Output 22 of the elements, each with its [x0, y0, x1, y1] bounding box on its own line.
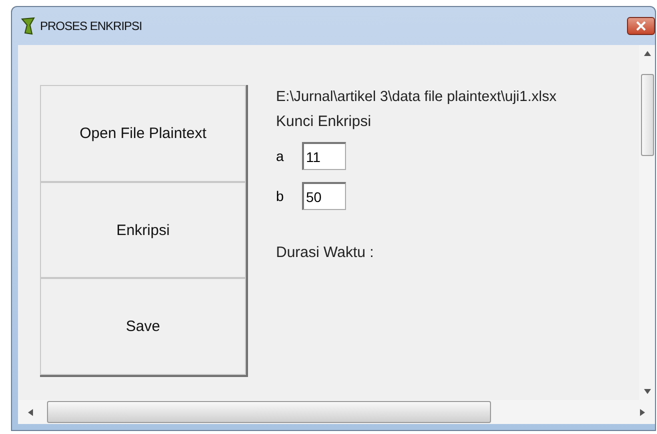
scroll-left-icon — [28, 408, 33, 416]
field-label: b — [276, 188, 284, 204]
input-field[interactable]: 11 — [302, 142, 346, 170]
horizontal-scrollbar[interactable] — [18, 400, 655, 424]
file-path: E:\Jurnal\artikel 3\data file plaintext\uji1.xlsx — [276, 89, 556, 105]
vertical-scrollbar[interactable] — [639, 45, 655, 400]
key-heading: Kunci Enkripsi — [276, 113, 372, 130]
field-label: a — [276, 148, 284, 164]
close-icon — [636, 21, 646, 31]
window-title: PROSES ENKRIPSI — [40, 19, 142, 33]
scroll-up-icon — [644, 51, 650, 56]
action-button[interactable]: Open File Plaintext — [40, 85, 246, 182]
duration-label: Durasi Waktu : — [276, 244, 375, 261]
scroll-right-icon — [640, 408, 645, 416]
action-button[interactable]: Enkripsi — [40, 182, 246, 278]
app-icon — [20, 17, 36, 35]
close-button[interactable] — [627, 17, 655, 35]
input-field[interactable]: 50 — [302, 182, 346, 210]
action-button[interactable]: Save — [40, 278, 246, 376]
scroll-thumb[interactable] — [640, 74, 654, 156]
scroll-thumb[interactable] — [47, 401, 491, 423]
scroll-down-icon — [644, 389, 650, 394]
